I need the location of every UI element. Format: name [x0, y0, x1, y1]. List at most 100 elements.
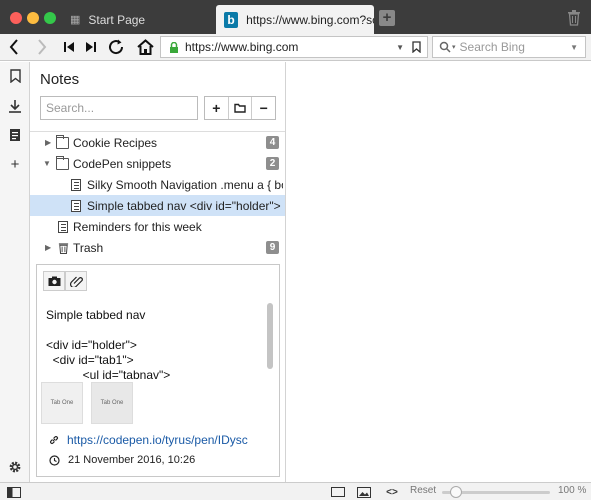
panel-toggle-button[interactable] [7, 486, 21, 498]
notes-panel-button[interactable] [7, 127, 23, 143]
tab-label: https://www.bing.com?scop [246, 12, 374, 27]
code-icon: <> [386, 486, 398, 498]
close-window-button[interactable] [10, 12, 22, 24]
note-icon [71, 178, 81, 191]
images-toggle-button[interactable] [357, 486, 371, 498]
downloads-panel-button[interactable] [7, 98, 23, 114]
notes-title: Notes [40, 71, 80, 88]
gear-icon [9, 461, 21, 473]
zoom-reset-button[interactable]: Reset [410, 485, 436, 496]
item-label: Silky Smooth Navigation .menu a { bor... [87, 177, 283, 192]
zoom-slider-thumb[interactable] [450, 486, 462, 498]
list-item[interactable]: ▼ CodePen snippets 2 [30, 153, 285, 174]
collapse-arrow-icon[interactable]: ▼ [43, 159, 51, 168]
note-date: 21 November 2016, 10:26 [49, 454, 195, 466]
add-note-button[interactable]: + [205, 97, 229, 119]
editor-toolbar [43, 271, 87, 291]
image-icon [357, 486, 371, 498]
url-text: https://www.bing.com [185, 40, 299, 54]
page-actions-button[interactable]: <> [384, 486, 400, 498]
search-placeholder: Search Bing [459, 40, 525, 54]
item-label: CodePen snippets [73, 156, 172, 171]
folder-icon [56, 155, 69, 170]
list-item[interactable]: Simple tabbed nav <div id="holder"> ... [30, 195, 285, 216]
item-label: Cookie Recipes [73, 135, 158, 150]
bing-icon: b [224, 11, 239, 28]
reload-button[interactable] [106, 37, 126, 57]
note-icon [58, 220, 68, 233]
address-bar: https://www.bing.com ▼ ▾ Search Bing ▼ [0, 34, 591, 61]
bookmarks-panel-button[interactable] [7, 68, 23, 84]
list-item[interactable]: Silky Smooth Navigation .menu a { bor... [30, 174, 285, 195]
tab-start-page[interactable]: ▦ Start Page [62, 5, 214, 34]
window-icon [331, 487, 345, 497]
link-text[interactable]: https://codepen.io/tyrus/pen/IDysc [67, 433, 248, 447]
folder-icon [56, 134, 69, 149]
count-badge: 4 [266, 136, 279, 149]
item-label: Reminders for this week [73, 219, 202, 234]
notes-actions: + − [204, 96, 276, 120]
panel-toggle-icon [7, 486, 21, 498]
download-icon [9, 100, 21, 113]
list-item[interactable]: ▶ Trash 9 [30, 237, 285, 258]
lock-icon [170, 41, 178, 53]
window-toggle-button[interactable] [331, 486, 345, 498]
note-editor[interactable]: Simple tabbed nav <div id="holder"> <div… [36, 264, 280, 477]
back-button[interactable] [6, 37, 22, 57]
minimize-window-button[interactable] [27, 12, 39, 24]
notes-search-input[interactable]: Search... [40, 96, 198, 120]
date-text: 21 November 2016, 10:26 [68, 454, 196, 466]
reload-icon [109, 39, 124, 55]
trash-icon[interactable] [567, 9, 581, 26]
search-icon [439, 41, 451, 53]
home-icon [136, 39, 154, 55]
camera-icon [48, 276, 60, 286]
side-panel-rail: + [0, 62, 30, 482]
note-body-text[interactable]: Simple tabbed nav <div id="holder"> <div… [46, 308, 170, 383]
notes-icon [10, 129, 20, 141]
list-item[interactable]: ▶ Cookie Recipes 4 [30, 132, 285, 153]
editor-scrollbar[interactable] [267, 303, 273, 369]
note-icon [71, 199, 81, 212]
back-arrow-icon [9, 39, 18, 55]
attachment-thumbnail[interactable]: Tab One [41, 382, 83, 424]
note-source-link[interactable]: https://codepen.io/tyrus/pen/IDysc [49, 433, 248, 447]
folder-icon [234, 103, 246, 113]
url-dropdown-icon[interactable]: ▼ [396, 43, 404, 52]
zoom-level: 100 % [558, 485, 587, 496]
expand-arrow-icon[interactable]: ▶ [45, 243, 51, 252]
search-field[interactable]: ▾ Search Bing ▼ [432, 36, 586, 58]
fast-forward-icon [86, 42, 96, 52]
new-tab-button[interactable]: + [379, 10, 395, 26]
settings-button[interactable] [7, 459, 23, 475]
bookmark-icon [9, 69, 21, 83]
forward-button[interactable] [34, 37, 50, 57]
new-folder-button[interactable] [229, 97, 253, 119]
attach-button[interactable] [65, 271, 87, 291]
count-badge: 9 [266, 241, 279, 254]
rewind-button[interactable] [62, 37, 76, 57]
item-label: Simple tabbed nav <div id="holder"> ... [87, 198, 283, 213]
tab-bar: ▦ Start Page b https://www.bing.com?scop… [0, 0, 591, 34]
maximize-window-button[interactable] [44, 12, 56, 24]
tab-label: Start Page [88, 12, 146, 27]
fast-forward-button[interactable] [84, 37, 98, 57]
paperclip-icon [69, 276, 83, 287]
search-engine-dropdown-icon[interactable]: ▾ [452, 43, 456, 51]
home-button[interactable] [136, 37, 154, 57]
bookmark-icon[interactable] [412, 41, 421, 53]
attachment-thumbnail[interactable]: Tab One [91, 382, 133, 424]
search-dropdown-icon[interactable]: ▼ [570, 43, 578, 52]
rewind-icon [64, 42, 74, 52]
trash-icon [58, 242, 69, 254]
camera-button[interactable] [43, 271, 65, 291]
url-field[interactable]: https://www.bing.com ▼ [160, 36, 428, 58]
list-item[interactable]: Reminders for this week [30, 216, 285, 237]
grid-icon: ▦ [70, 14, 81, 26]
forward-arrow-icon [38, 39, 47, 55]
expand-arrow-icon[interactable]: ▶ [45, 138, 51, 147]
add-panel-button[interactable]: + [7, 156, 23, 173]
notes-tree: ▶ Cookie Recipes 4 ▼ CodePen snippets 2 … [30, 131, 285, 258]
tab-bing[interactable]: b https://www.bing.com?scop [216, 5, 374, 34]
delete-note-button[interactable]: − [252, 97, 275, 119]
